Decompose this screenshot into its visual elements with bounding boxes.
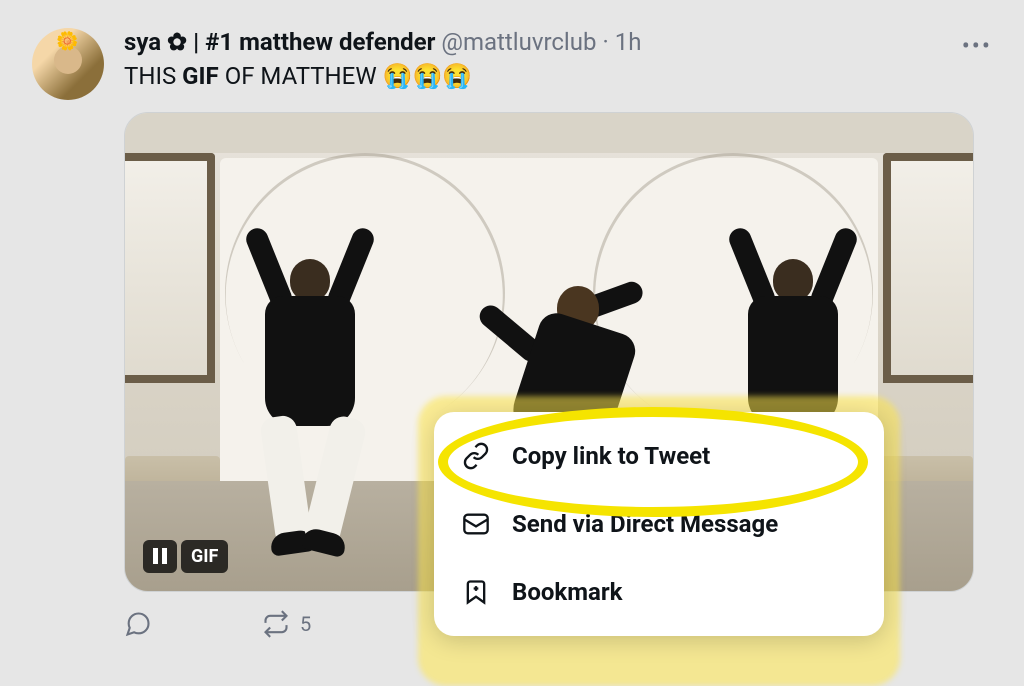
emoji-group: 😭😭😭 [383, 62, 473, 90]
display-name[interactable]: sya ✿ | #1 matthew defender [124, 28, 435, 56]
retweet-button[interactable]: 5 [262, 610, 311, 638]
retweet-icon [262, 610, 290, 638]
media-badge: GIF [143, 540, 228, 573]
copy-link-item[interactable]: Copy link to Tweet [434, 422, 884, 490]
pause-icon [153, 548, 167, 564]
reply-button[interactable] [124, 610, 152, 638]
menu-label: Copy link to Tweet [512, 442, 710, 470]
text-bold: GIF [182, 62, 219, 90]
text-part: THIS [124, 62, 182, 90]
send-dm-item[interactable]: Send via Direct Message [434, 490, 884, 558]
tweet-header: sya ✿ | #1 matthew defender @mattluvrclu… [124, 28, 992, 56]
dancer-figure [240, 241, 380, 561]
text-part: OF MATTHEW [219, 62, 383, 90]
retweet-count: 5 [300, 612, 311, 636]
scene-window-right [883, 153, 973, 383]
scene-ceiling [125, 113, 973, 153]
separator: · [602, 28, 608, 56]
tweet-text: THIS GIF OF MATTHEW 😭😭😭 [124, 60, 992, 94]
timestamp[interactable]: 1h [615, 28, 642, 56]
envelope-icon [462, 510, 490, 538]
reply-icon [124, 610, 152, 638]
pause-button[interactable] [143, 540, 177, 573]
menu-label: Send via Direct Message [512, 510, 778, 538]
more-options-button[interactable]: ••• [962, 32, 992, 60]
link-icon [462, 442, 490, 470]
gif-badge: GIF [181, 540, 228, 573]
avatar[interactable] [32, 28, 104, 100]
share-menu: Copy link to Tweet Send via Direct Messa… [434, 412, 884, 636]
user-handle[interactable]: @mattluvrclub [441, 28, 596, 56]
menu-label: Bookmark [512, 578, 622, 606]
bookmark-item[interactable]: Bookmark [434, 558, 884, 626]
bookmark-icon [462, 578, 490, 606]
scene-window-left [125, 153, 215, 383]
